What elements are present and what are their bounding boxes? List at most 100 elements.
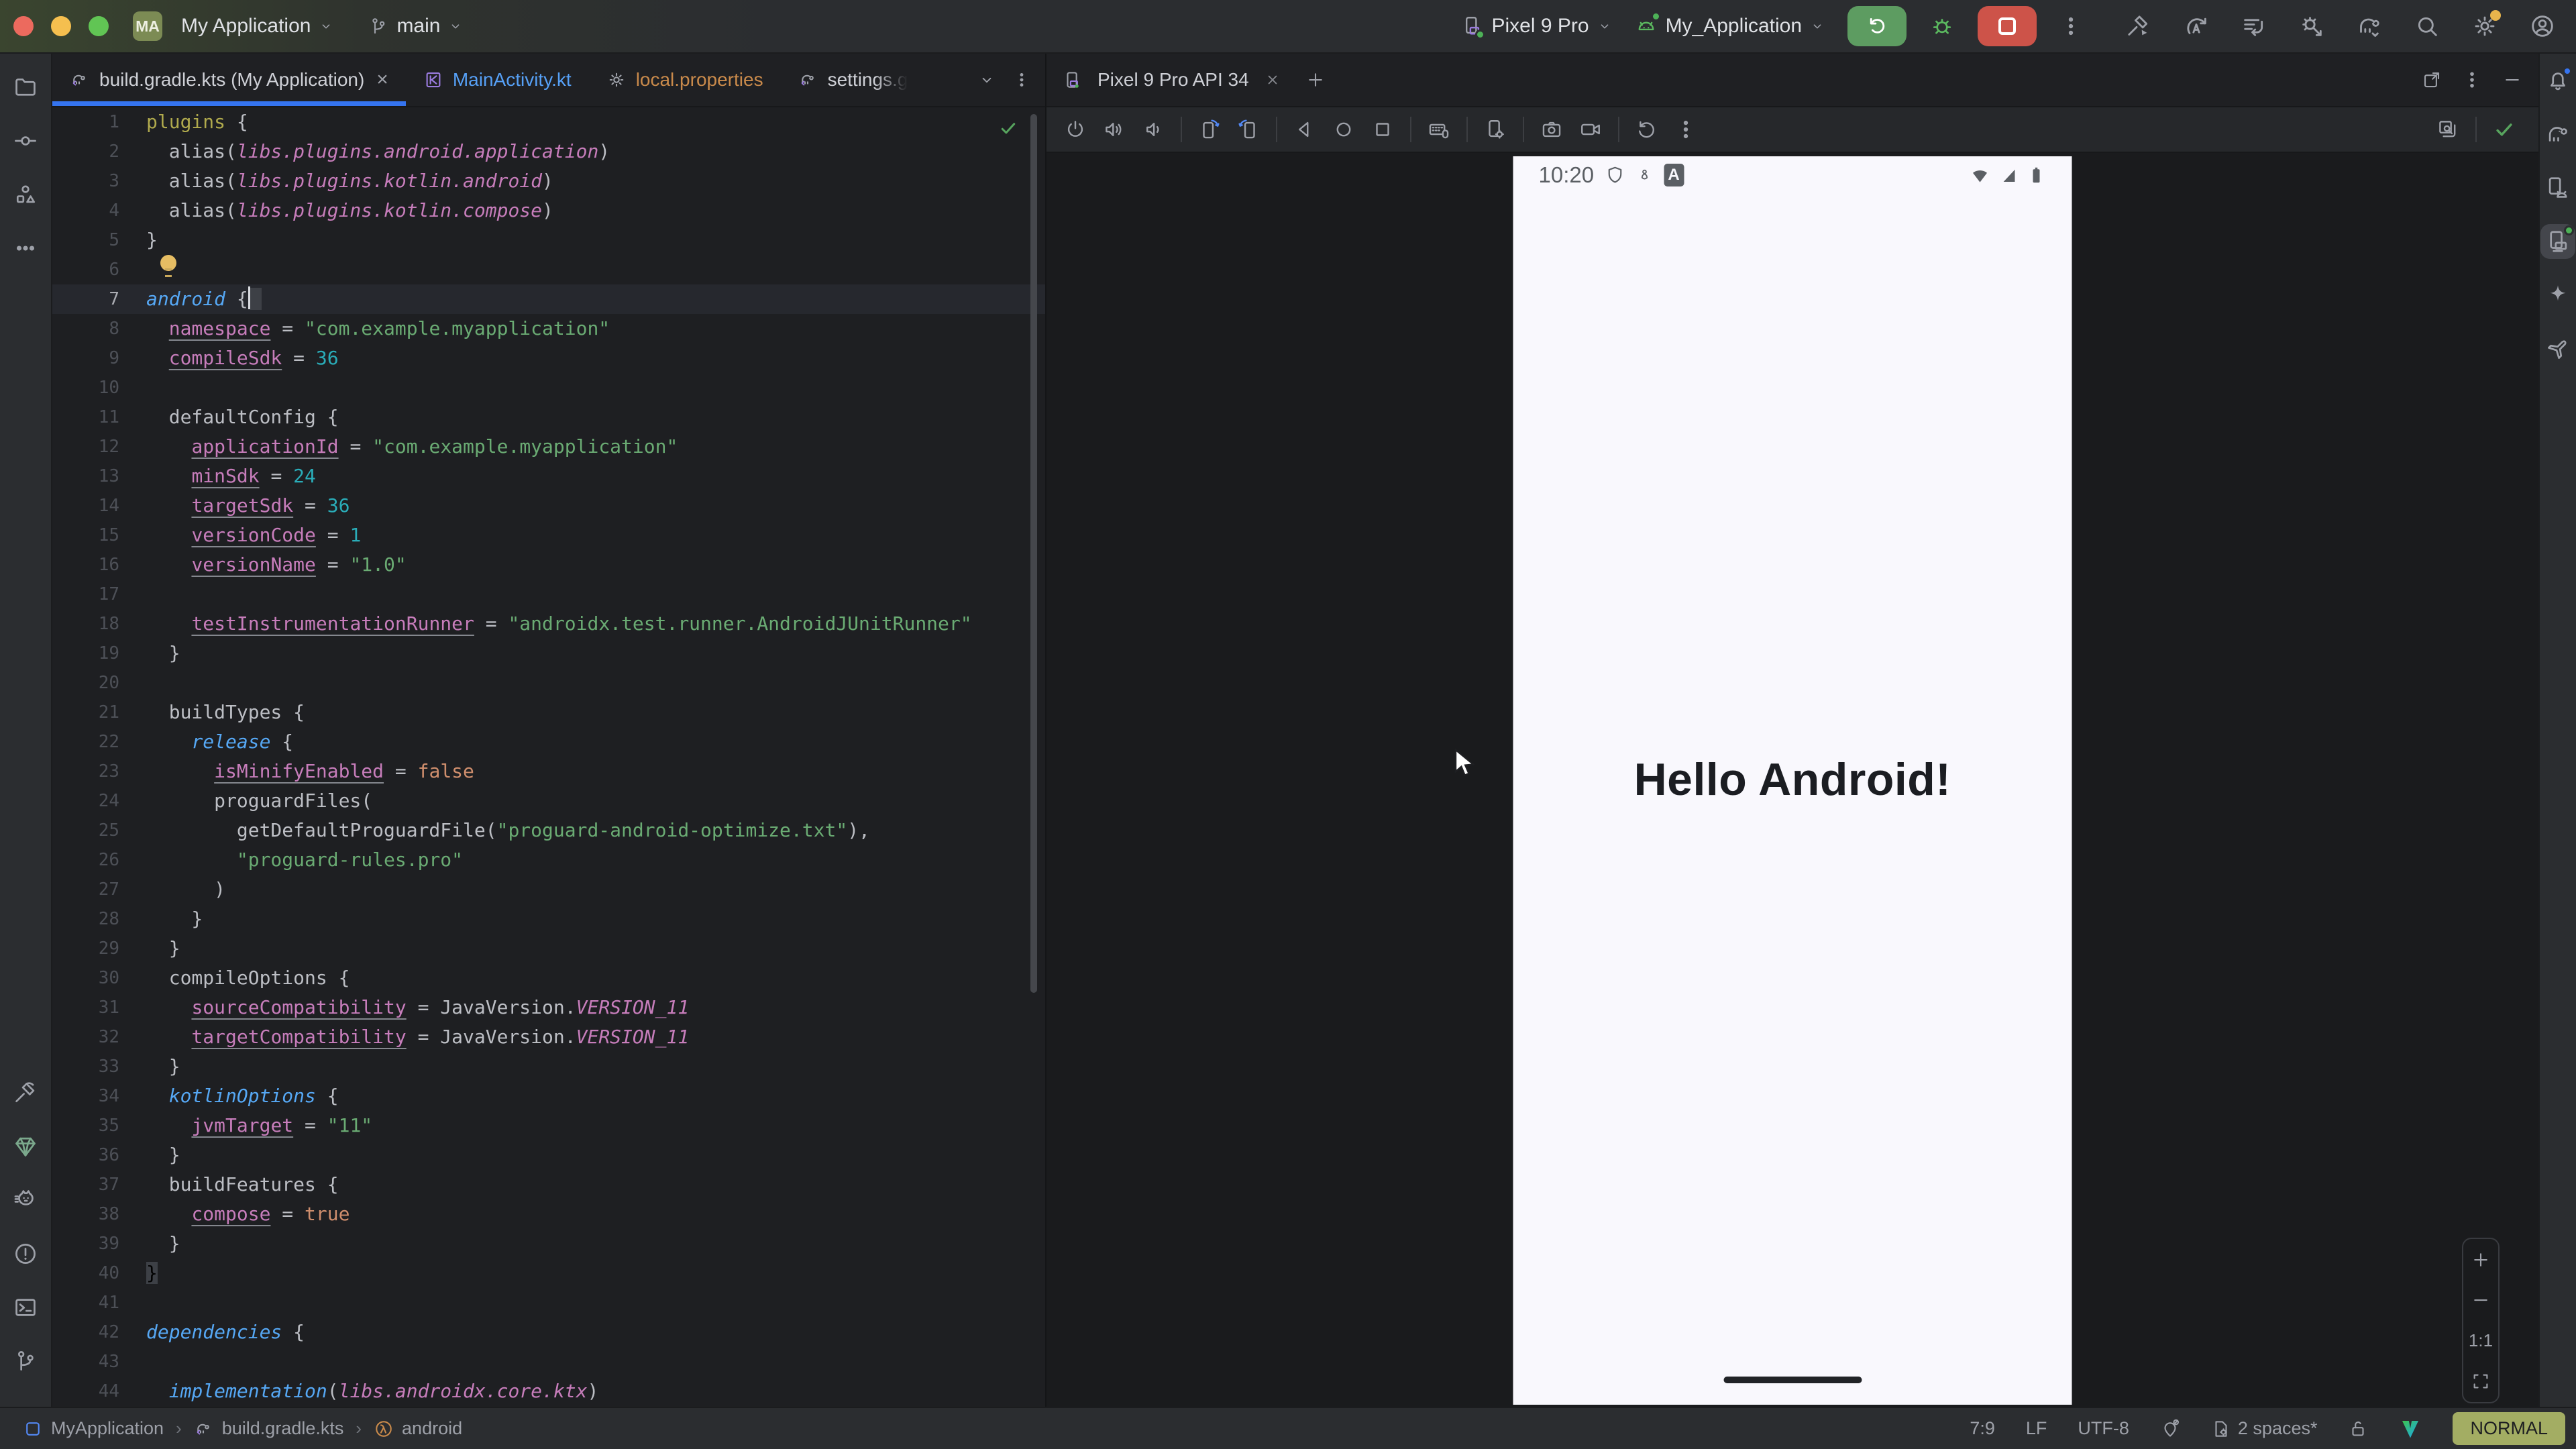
line-number[interactable]: 9 (52, 343, 146, 373)
line-number[interactable]: 2 (52, 137, 146, 166)
line-number[interactable]: 24 (52, 786, 146, 816)
settings-gear-icon[interactable] (2471, 13, 2498, 40)
tool-window-button-hammer[interactable] (4, 1071, 47, 1114)
tab-list-chevron-icon[interactable] (978, 71, 996, 89)
tool-window-button-problems[interactable] (4, 1232, 47, 1275)
device-screen[interactable]: 10:20 A Hello Android! (1513, 156, 2072, 1405)
line-number[interactable]: 8 (52, 314, 146, 343)
line-number[interactable]: 42 (52, 1318, 146, 1347)
apply-code-changes-icon[interactable] (2241, 13, 2267, 40)
breadcrumb-item[interactable]: build.gradle.kts (194, 1418, 344, 1439)
editor-tab[interactable]: build.gradle.kts (My Application)× (52, 54, 406, 106)
line-number[interactable]: 39 (52, 1229, 146, 1258)
back-icon[interactable] (1293, 118, 1316, 141)
minimize-window-button[interactable] (51, 16, 71, 36)
fit-screen-icon[interactable] (2471, 1371, 2491, 1391)
tool-window-button-running-devices[interactable] (2540, 224, 2575, 259)
line-number[interactable]: 19 (52, 639, 146, 668)
line-number[interactable]: 4 (52, 196, 146, 225)
kebab-icon[interactable] (1674, 118, 1697, 141)
search-icon[interactable] (2414, 13, 2440, 40)
line-number[interactable]: 34 (52, 1081, 146, 1111)
line-number[interactable]: 17 (52, 580, 146, 609)
breadcrumb-item[interactable]: MyApplication (23, 1418, 164, 1439)
line-number[interactable]: 13 (52, 462, 146, 491)
device-tab-label[interactable]: Pixel 9 Pro API 34 (1097, 69, 1249, 91)
line-number[interactable]: 20 (52, 668, 146, 698)
vcs-branch-widget[interactable]: main (368, 15, 463, 38)
line-number[interactable]: 35 (52, 1111, 146, 1140)
tool-window-button-terminal[interactable] (4, 1286, 47, 1329)
line-number[interactable]: 7 (52, 284, 146, 314)
line-number[interactable]: 26 (52, 845, 146, 875)
pin-icon[interactable] (2160, 1419, 2180, 1439)
line-number[interactable]: 40 (52, 1258, 146, 1288)
line-number[interactable]: 29 (52, 934, 146, 963)
tool-window-button-folder[interactable] (4, 66, 47, 109)
tool-window-button-structure[interactable] (4, 173, 47, 216)
debug-bug-icon[interactable] (1929, 13, 1955, 39)
close-icon[interactable]: × (376, 68, 388, 91)
tool-window-button-gradle-elephant[interactable] (2540, 117, 2575, 152)
power-icon[interactable] (1064, 118, 1087, 141)
vim-mode-badge[interactable]: NORMAL (2453, 1412, 2565, 1445)
line-number[interactable]: 44 (52, 1377, 146, 1406)
reset-icon[interactable] (1635, 118, 1658, 141)
tool-window-button-gemini-spark[interactable] (2540, 278, 2575, 313)
overview-icon[interactable] (1371, 118, 1394, 141)
device-settings-icon[interactable] (1484, 118, 1507, 141)
volume-down-icon[interactable] (1142, 118, 1165, 141)
editor-tab[interactable]: local.properties (589, 54, 781, 106)
line-number[interactable]: 6 (52, 255, 146, 284)
line-number[interactable]: 23 (52, 757, 146, 786)
line-number[interactable]: 25 (52, 816, 146, 845)
stop-app-button[interactable] (1978, 6, 2037, 46)
maximize-window-button[interactable] (89, 16, 109, 36)
tool-window-button-more[interactable] (4, 227, 47, 270)
line-number[interactable]: 5 (52, 225, 146, 255)
line-number[interactable]: 38 (52, 1199, 146, 1229)
code-editor[interactable]: 1plugins {2 alias(libs.plugins.android.a… (52, 107, 1045, 1407)
inspections-ok-icon[interactable] (998, 118, 1018, 138)
editor-tab[interactable]: settings.g (781, 54, 926, 106)
run-configuration-selector[interactable]: My_Application (1635, 15, 1825, 38)
rotate-right-icon[interactable] (1237, 118, 1260, 141)
vim-icon[interactable] (2399, 1417, 2422, 1440)
line-number[interactable]: 14 (52, 491, 146, 521)
device-selector[interactable]: Pixel 9 Pro (1460, 15, 1611, 38)
zoom-out-icon[interactable] (2471, 1290, 2491, 1310)
line-number[interactable]: 28 (52, 904, 146, 934)
rotate-left-icon[interactable] (1198, 118, 1221, 141)
line-number[interactable]: 3 (52, 166, 146, 196)
build-hammer-run-icon[interactable] (2125, 13, 2152, 40)
close-window-button[interactable] (13, 16, 34, 36)
line-number[interactable]: 15 (52, 521, 146, 550)
tool-window-button-notifications-bell[interactable] (2540, 63, 2575, 98)
open-in-window-icon[interactable] (2422, 70, 2442, 90)
line-number[interactable]: 18 (52, 609, 146, 639)
panel-options-icon[interactable] (2462, 70, 2482, 90)
intention-bulb-icon[interactable] (158, 255, 178, 278)
add-device-tab-icon[interactable] (1305, 70, 1326, 90)
apply-changes-icon[interactable] (2183, 13, 2210, 40)
indent-widget[interactable]: 2 spaces* (2211, 1418, 2318, 1439)
line-number[interactable]: 31 (52, 993, 146, 1022)
line-number[interactable]: 36 (52, 1140, 146, 1170)
screenshot-icon[interactable] (1540, 118, 1563, 141)
keyboard-icon[interactable] (1428, 118, 1450, 141)
close-icon[interactable] (1264, 71, 1281, 89)
line-number[interactable]: 11 (52, 402, 146, 432)
tool-window-button-logcat-cat[interactable] (4, 1179, 47, 1222)
line-number[interactable]: 43 (52, 1347, 146, 1377)
line-number[interactable]: 37 (52, 1170, 146, 1199)
project-widget[interactable]: MA My Application (133, 11, 333, 41)
rerun-app-button[interactable] (1847, 6, 1907, 46)
line-number[interactable]: 41 (52, 1288, 146, 1318)
line-number[interactable]: 33 (52, 1052, 146, 1081)
line-number[interactable]: 10 (52, 373, 146, 402)
tab-options-icon[interactable] (1013, 71, 1030, 89)
file-encoding[interactable]: UTF-8 (2078, 1418, 2129, 1439)
line-number[interactable]: 30 (52, 963, 146, 993)
editor-scrollbar[interactable] (1030, 114, 1037, 993)
tool-window-button-commit[interactable] (4, 119, 47, 162)
